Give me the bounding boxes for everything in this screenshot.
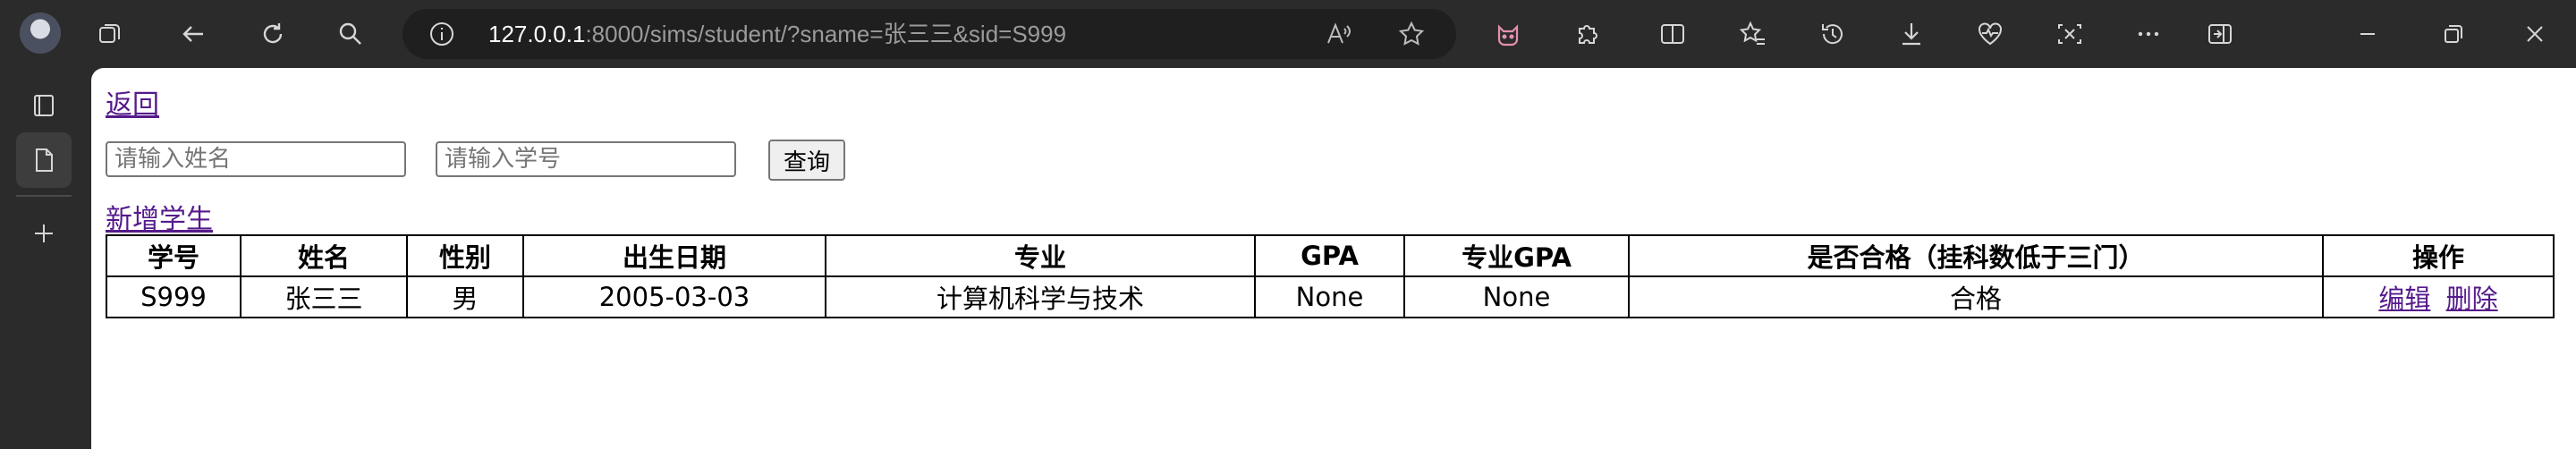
header-cell: 操作 — [2322, 234, 2555, 277]
back-arrow-icon[interactable] — [175, 16, 211, 52]
edit-link[interactable]: 编辑 — [2378, 284, 2430, 314]
gender-cell: 男 — [406, 275, 524, 318]
actions-cell: 编辑 删除 — [2322, 275, 2555, 318]
header-cell: 学号 — [106, 234, 242, 277]
favorite-star-icon[interactable] — [1397, 20, 1426, 48]
page-content: 返回 查询 新增学生 学号 姓名 性别 出生日期 专业 GPA 专业GPA 是否… — [91, 68, 2576, 449]
profile-avatar[interactable] — [20, 13, 61, 54]
history-icon[interactable] — [1815, 16, 1851, 52]
new-tab-plus-icon[interactable] — [16, 206, 72, 261]
major-gpa-cell: None — [1403, 275, 1630, 318]
tab-icon[interactable] — [16, 77, 72, 132]
refresh-icon[interactable] — [255, 16, 291, 52]
browser-toolbar: 127.0.0.1:8000/sims/student/?sname=张三三&s… — [0, 0, 2576, 68]
restore-icon[interactable] — [2435, 16, 2470, 52]
minimize-icon[interactable] — [2350, 16, 2385, 52]
url-path: :8000/sims/student/?sname=张三三&sid=S999 — [585, 21, 1067, 47]
tab-divider — [16, 195, 72, 197]
header-cell: 性别 — [406, 234, 524, 277]
health-heart-icon[interactable] — [1972, 16, 2008, 52]
header-cell: 是否合格（挂科数低于三门） — [1628, 234, 2324, 277]
favorites-icon[interactable] — [1735, 16, 1771, 52]
name-search-input[interactable] — [106, 141, 406, 177]
student-id-cell: S999 — [106, 275, 242, 318]
birth-date-cell: 2005-03-03 — [522, 275, 826, 318]
header-cell: GPA — [1254, 234, 1405, 277]
more-icon[interactable] — [2131, 16, 2166, 52]
puzzle-extensions-icon[interactable] — [1569, 16, 1605, 52]
header-cell: 专业GPA — [1403, 234, 1630, 277]
header-cell: 专业 — [825, 234, 1256, 277]
header-cell: 出生日期 — [522, 234, 826, 277]
student-table: 学号 姓名 性别 出生日期 专业 GPA 专业GPA 是否合格（挂科数低于三门）… — [106, 234, 2555, 318]
url-text[interactable]: 127.0.0.1:8000/sims/student/?sname=张三三&s… — [488, 20, 1066, 48]
screenshot-icon[interactable] — [2052, 16, 2088, 52]
url-host: 127.0.0.1 — [488, 21, 586, 47]
qualified-cell: 合格 — [1628, 275, 2324, 318]
address-bar[interactable]: 127.0.0.1:8000/sims/student/?sname=张三三&s… — [402, 9, 1456, 59]
search-icon[interactable] — [333, 16, 369, 52]
student-name-cell: 张三三 — [240, 275, 408, 318]
major-cell: 计算机科学与技术 — [825, 275, 1256, 318]
table-header-row: 学号 姓名 性别 出生日期 专业 GPA 专业GPA 是否合格（挂科数低于三门）… — [106, 234, 2555, 277]
extension-cat-icon[interactable] — [1490, 16, 1526, 52]
sidebar-icon[interactable] — [2202, 16, 2238, 52]
workspaces-icon[interactable] — [92, 16, 128, 52]
search-button[interactable]: 查询 — [768, 140, 845, 181]
add-student-link[interactable]: 新增学生 — [106, 197, 213, 236]
gpa-cell: None — [1254, 275, 1405, 318]
back-link[interactable]: 返回 — [106, 82, 159, 122]
download-icon[interactable] — [1894, 16, 1929, 52]
vertical-tab-strip — [0, 68, 89, 449]
info-icon[interactable] — [428, 20, 456, 48]
close-icon[interactable] — [2517, 16, 2553, 52]
id-search-input[interactable] — [436, 141, 736, 177]
page-icon[interactable] — [16, 132, 72, 188]
delete-link[interactable]: 删除 — [2446, 284, 2498, 314]
table-row: S999 张三三 男 2005-03-03 计算机科学与技术 None None… — [106, 275, 2555, 318]
header-cell: 姓名 — [240, 234, 408, 277]
read-aloud-icon[interactable] — [1324, 20, 1352, 48]
split-screen-icon[interactable] — [1655, 16, 1690, 52]
